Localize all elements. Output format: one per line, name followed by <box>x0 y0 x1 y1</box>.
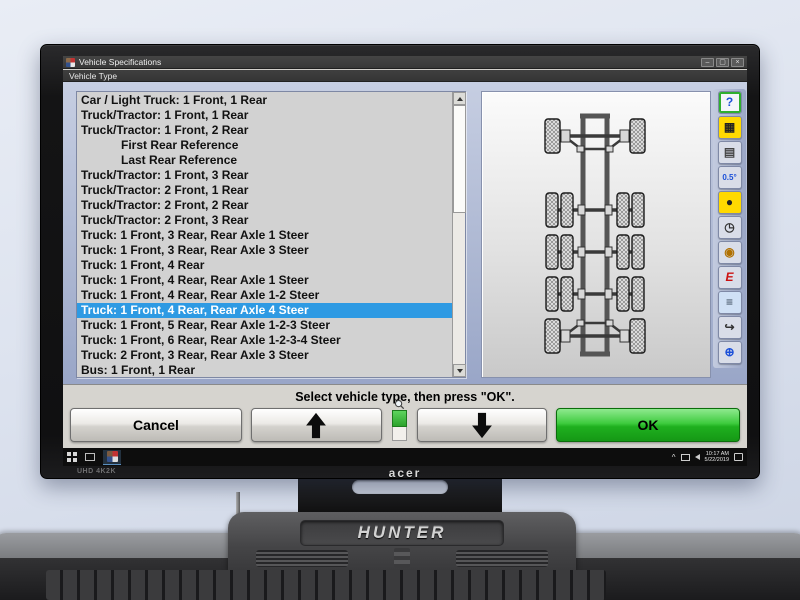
clock-date: 5/22/2019 <box>705 457 729 463</box>
roll-compensation-icon[interactable]: ● <box>718 191 742 214</box>
side-toolbar: ?▦▤0.5°●◷◉E≡↪⊕ <box>713 89 746 368</box>
start-button[interactable] <box>67 452 77 462</box>
hunter-badge: HUNTER <box>300 520 504 546</box>
mount-handle-cutout <box>352 480 448 494</box>
list-item[interactable]: Truck: 1 Front, 6 Rear, Rear Axle 1-2-3-… <box>77 333 452 348</box>
display-manuals-icon[interactable]: ▤ <box>718 141 742 164</box>
vent-left <box>256 550 348 567</box>
app-icon <box>66 58 75 67</box>
close-button[interactable]: × <box>731 58 744 67</box>
units-setup-icon[interactable]: 0.5° <box>718 166 742 189</box>
list-item[interactable]: Truck: 1 Front, 4 Rear, Rear Axle 4 Stee… <box>77 303 452 318</box>
position-segment-current <box>392 410 407 427</box>
softkey-panel: Select vehicle type, then press "OK". Ca… <box>63 384 747 448</box>
system-tray: ^ 10:17 AM 5/22/2019 <box>672 451 743 463</box>
maximize-button[interactable]: ▢ <box>716 58 729 67</box>
scrollbar-up-icon[interactable] <box>453 92 466 105</box>
list-item[interactable]: Truck/Tractor: 1 Front, 3 Rear <box>77 168 452 183</box>
hunter-logo: HUNTER <box>358 523 447 543</box>
scroll-down-button[interactable] <box>417 408 548 442</box>
list-item[interactable]: Truck: 1 Front, 4 Rear, Rear Axle 1-2 St… <box>77 288 452 303</box>
winalign-taskbar-button[interactable] <box>103 450 121 465</box>
windows-taskbar: ^ 10:17 AM 5/22/2019 <box>63 448 747 466</box>
notification-center-icon[interactable] <box>734 453 743 461</box>
ok-button[interactable]: OK <box>556 408 740 442</box>
sensors-icon[interactable]: ◉ <box>718 241 742 264</box>
expressalign-icon[interactable]: E <box>718 266 742 289</box>
vehicle-type-list: Car / Light Truck: 1 Front, 1 RearTruck/… <box>77 92 452 377</box>
scene: HUNTER Vehicle Specifications – ▢ × Vehi… <box>0 0 800 600</box>
vent-center <box>394 548 410 568</box>
up-arrow-icon <box>304 412 328 439</box>
print-icon[interactable]: ≡ <box>718 291 742 314</box>
taskbar-clock[interactable]: 10:17 AM 5/22/2019 <box>705 451 729 463</box>
list-item[interactable]: First Rear Reference <box>77 138 452 153</box>
client-area: Car / Light Truck: 1 Front, 1 RearTruck/… <box>63 82 747 448</box>
acer-monitor: Vehicle Specifications – ▢ × Vehicle Typ… <box>40 44 760 479</box>
alignment-console: HUNTER <box>228 512 576 570</box>
magnifier-icon <box>394 399 405 410</box>
list-item[interactable]: Truck/Tractor: 2 Front, 2 Rear <box>77 198 452 213</box>
page-position-indicator[interactable] <box>391 399 408 442</box>
list-item[interactable]: Truck: 2 Front, 3 Rear, Rear Axle 3 Stee… <box>77 348 452 363</box>
task-view-icon[interactable] <box>85 453 95 461</box>
list-item[interactable]: Truck/Tractor: 2 Front, 1 Rear <box>77 183 452 198</box>
list-item[interactable]: Truck/Tractor: 2 Front, 3 Rear <box>77 213 452 228</box>
display-tray-icon[interactable] <box>681 454 690 461</box>
monitor-bezel: UHD 4K2K acer <box>63 466 747 479</box>
cancel-button[interactable]: Cancel <box>70 408 242 442</box>
list-item[interactable]: Truck: 1 Front, 3 Rear, Rear Axle 3 Stee… <box>77 243 452 258</box>
vehicle-type-listbox: Car / Light Truck: 1 Front, 1 RearTruck/… <box>76 91 466 378</box>
volume-icon[interactable] <box>695 454 700 460</box>
vehicle-diagram-svg <box>482 92 710 377</box>
monitor-screen: Vehicle Specifications – ▢ × Vehicle Typ… <box>63 56 747 466</box>
list-item[interactable]: Bus: 1 Front, 1 Rear <box>77 363 452 377</box>
scrollbar-thumb[interactable] <box>453 105 466 213</box>
down-arrow-icon <box>470 412 494 439</box>
vehicle-specs-icon[interactable]: ▦ <box>718 116 742 139</box>
winalign-app-icon <box>107 451 118 462</box>
vehicle-diagram-panel <box>481 91 711 378</box>
scrollbar-down-icon[interactable] <box>453 364 466 377</box>
menu-item-vehicle-type[interactable]: Vehicle Type <box>63 71 123 81</box>
minimize-button[interactable]: – <box>701 58 714 67</box>
list-item[interactable]: Truck: 1 Front, 5 Rear, Rear Axle 1-2-3 … <box>77 318 452 333</box>
list-item[interactable]: Last Rear Reference <box>77 153 452 168</box>
list-item[interactable]: Car / Light Truck: 1 Front, 1 Rear <box>77 93 452 108</box>
vehicle-specifications-window: Vehicle Specifications – ▢ × Vehicle Typ… <box>63 56 747 448</box>
list-item[interactable]: Truck: 1 Front, 4 Rear, Rear Axle 1 Stee… <box>77 273 452 288</box>
acer-logo: acer <box>63 466 747 480</box>
window-title: Vehicle Specifications <box>79 57 699 67</box>
list-item[interactable]: Truck/Tractor: 1 Front, 2 Rear <box>77 123 452 138</box>
console-keyboard[interactable] <box>46 570 606 600</box>
list-item[interactable]: Truck: 1 Front, 3 Rear, Rear Axle 1 Stee… <box>77 228 452 243</box>
timer-icon[interactable]: ◷ <box>718 216 742 239</box>
help-icon[interactable]: ? <box>718 91 742 114</box>
list-scrollbar[interactable] <box>452 92 465 377</box>
vent-right <box>456 550 548 567</box>
tray-chevron-icon[interactable]: ^ <box>672 453 676 462</box>
window-titlebar: Vehicle Specifications – ▢ × <box>63 56 747 69</box>
globe-icon[interactable]: ⊕ <box>718 341 742 364</box>
exit-icon[interactable]: ↪ <box>718 316 742 339</box>
scroll-up-button[interactable] <box>251 408 382 442</box>
diagram-geometry <box>545 116 645 354</box>
position-segment-next <box>392 427 407 441</box>
list-item[interactable]: Truck: 1 Front, 4 Rear <box>77 258 452 273</box>
softkey-row: Cancel OK <box>70 408 740 442</box>
window-menubar: Vehicle Type <box>63 70 747 82</box>
list-item[interactable]: Truck/Tractor: 1 Front, 1 Rear <box>77 108 452 123</box>
